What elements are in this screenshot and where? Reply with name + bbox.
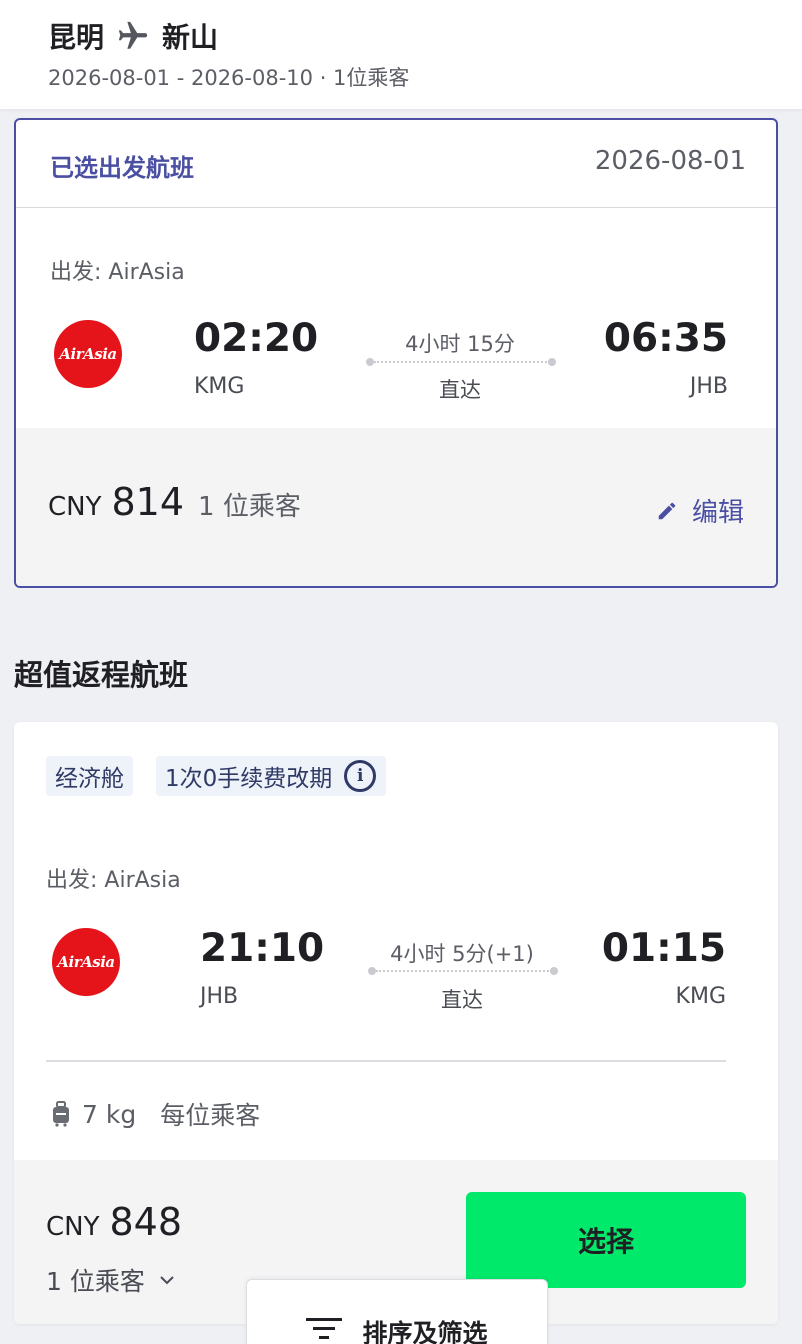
price-amount: 848	[109, 1200, 183, 1244]
destination-city: 新山	[162, 21, 219, 54]
edit-button[interactable]: 编辑	[656, 492, 744, 529]
info-icon[interactable]: i	[344, 760, 377, 792]
route-title: 昆明 新山	[48, 16, 218, 56]
selected-price-bar: CNY 814 1 位乘客 编辑	[16, 428, 776, 586]
selected-flight-header: 已选出发航班 2026-08-01	[16, 120, 776, 208]
flight-duration: 4小时 5分(+1)	[390, 942, 534, 966]
section-title: 超值返程航班	[14, 658, 189, 692]
baggage-info: 7 kg 每位乘客	[50, 1096, 260, 1132]
route-dot-start	[368, 967, 376, 975]
return-price: CNY 848	[46, 1200, 182, 1244]
select-flight-button[interactable]: 选择	[466, 1192, 746, 1288]
airline-logo-text: AirAsia	[57, 953, 115, 971]
chevron-down-icon	[160, 1276, 174, 1285]
airline-logo: AirAsia	[54, 320, 122, 388]
departure-time: 21:10	[200, 926, 325, 971]
selected-price: CNY 814 1 位乘客	[48, 480, 301, 524]
return-flight-card[interactable]: 经济舱 1次0手续费改期 i 出发: AirAsia AirAsia 21:10…	[14, 722, 778, 1324]
airline-logo: AirAsia	[52, 928, 120, 996]
price-currency: CNY	[48, 492, 102, 522]
sort-filter-button[interactable]: 排序及筛选	[246, 1279, 548, 1344]
airline-logo-text: AirAsia	[59, 345, 117, 363]
stops-label: 直达	[439, 378, 481, 402]
airline-label: 出发: AirAsia	[46, 868, 181, 893]
route-line	[374, 361, 550, 363]
price-amount: 814	[111, 480, 185, 524]
arrival-code: JHB	[689, 374, 728, 399]
card-divider	[46, 1060, 726, 1062]
passenger-count: 1 位乘客	[46, 1267, 145, 1296]
route-dot-end	[550, 967, 558, 975]
trip-summary: 2026-08-01 - 2026-08-10 · 1位乘客	[48, 66, 410, 90]
edit-label: 编辑	[691, 498, 744, 528]
airline-label: 出发: AirAsia	[50, 260, 185, 285]
route-dot-end	[548, 358, 556, 366]
change-policy-label: 1次0手续费改期	[165, 766, 333, 792]
departure-code: KMG	[194, 374, 245, 399]
sort-filter-label: 排序及筛选	[362, 1319, 488, 1344]
baggage-unit: 每位乘客	[160, 1101, 261, 1130]
stops-label: 直达	[441, 988, 483, 1012]
filter-icon	[306, 1318, 343, 1339]
selected-flight-date: 2026-08-01	[594, 146, 746, 176]
passenger-count: 1 位乘客	[198, 492, 301, 522]
cabin-tag: 经济舱	[46, 756, 133, 796]
passenger-selector[interactable]: 1 位乘客	[46, 1262, 175, 1298]
change-policy-tag[interactable]: 1次0手续费改期 i	[156, 756, 387, 796]
luggage-icon	[53, 1101, 69, 1127]
route-dot-start	[366, 358, 374, 366]
departure-code: JHB	[200, 984, 239, 1009]
origin-city: 昆明	[48, 21, 105, 54]
departure-time: 02:20	[194, 316, 319, 361]
baggage-weight: 7 kg	[82, 1099, 137, 1129]
route-line	[376, 970, 552, 972]
arrival-time: 01:15	[601, 926, 726, 971]
price-currency: CNY	[46, 1212, 100, 1242]
selected-flight-title: 已选出发航班	[50, 154, 194, 182]
page-header: 昆明 新山 2026-08-01 - 2026-08-10 · 1位乘客	[0, 0, 802, 110]
pencil-icon	[658, 502, 676, 519]
arrival-code: KMG	[675, 984, 726, 1009]
arrival-time: 06:35	[603, 316, 728, 361]
plane-icon	[118, 21, 148, 49]
flight-duration: 4小时 15分	[405, 332, 515, 356]
selected-flight-card: 已选出发航班 2026-08-01 出发: AirAsia AirAsia 02…	[14, 118, 778, 588]
